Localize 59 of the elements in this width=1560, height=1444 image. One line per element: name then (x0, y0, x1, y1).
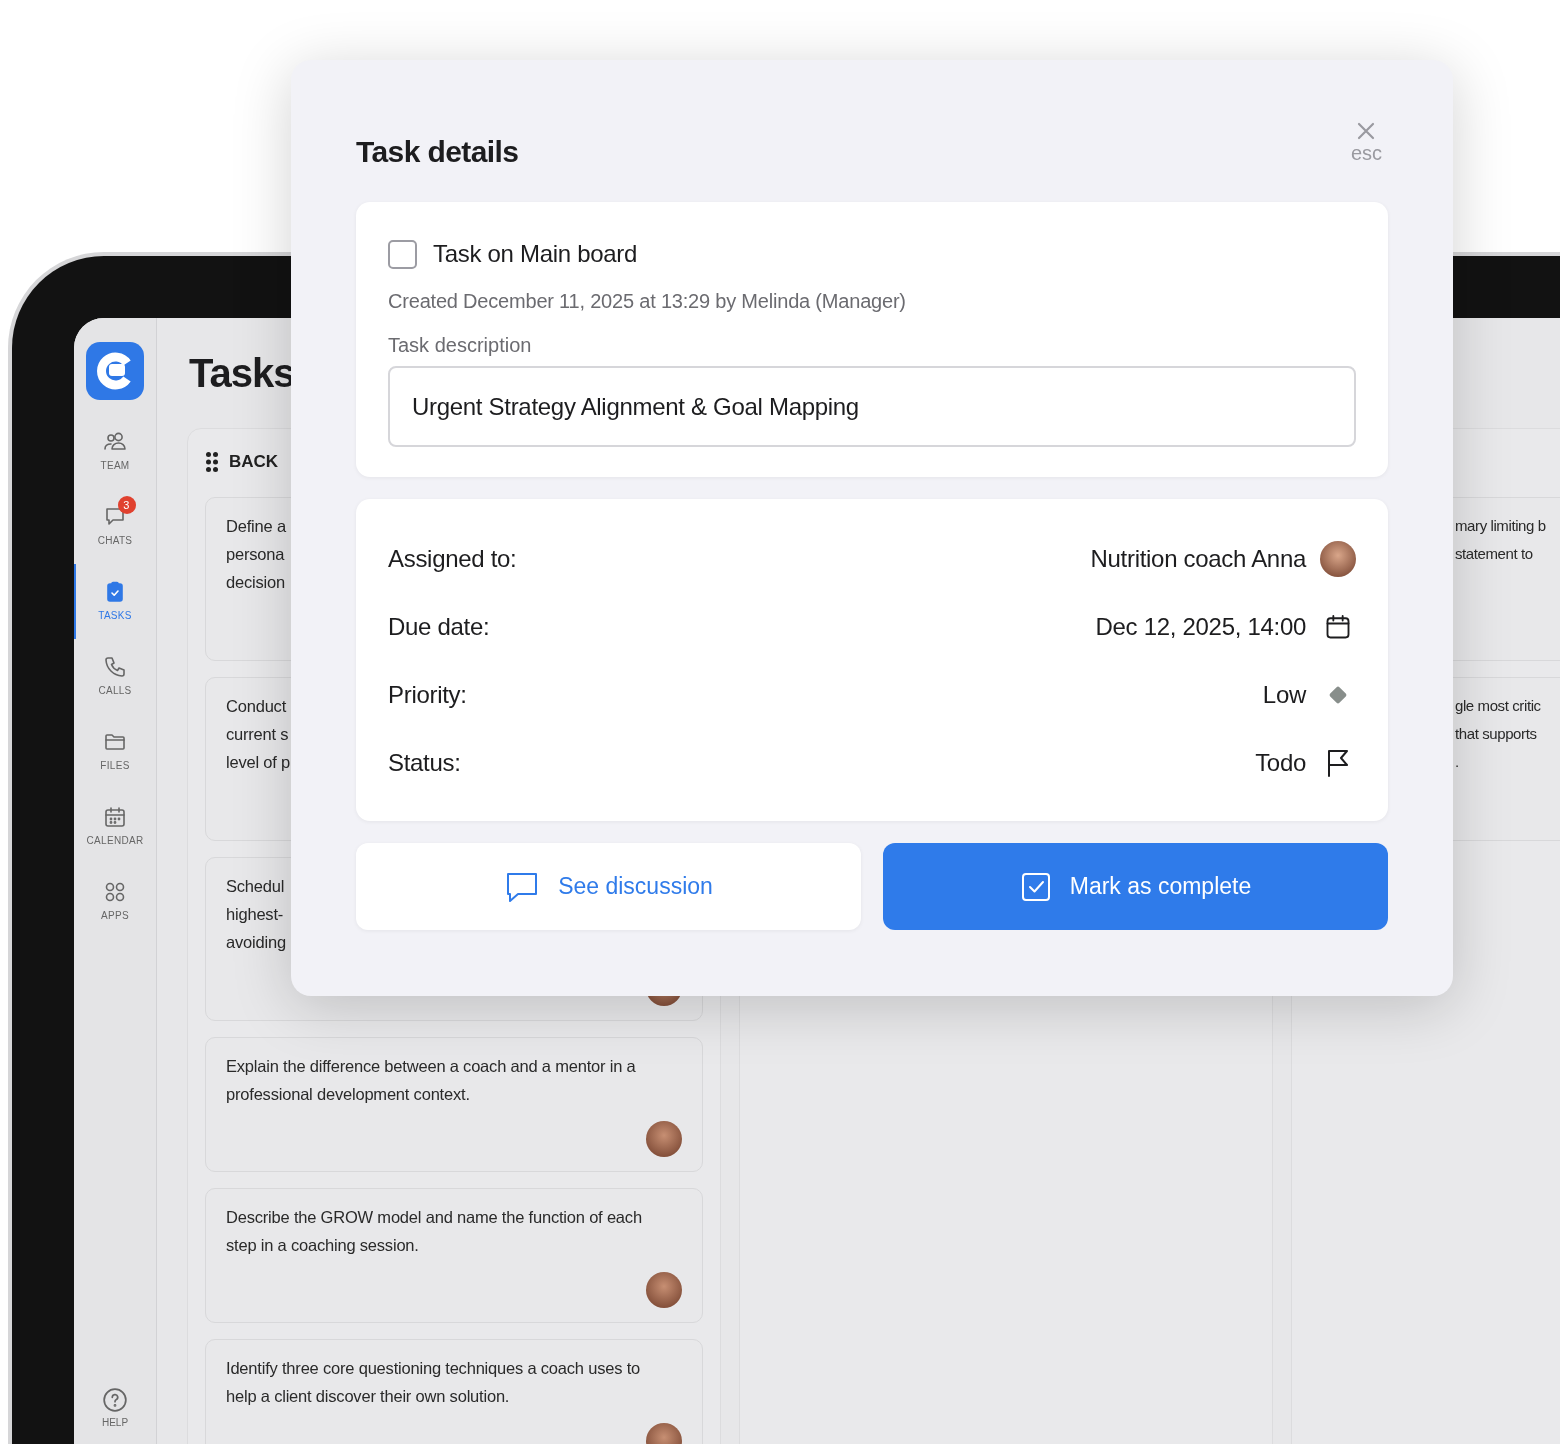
task-text: Define a (226, 516, 286, 537)
complete-button[interactable]: Mark as complete (883, 843, 1388, 930)
task-text: avoiding (226, 932, 286, 953)
avatar (646, 1121, 682, 1157)
task-card[interactable]: Explain the difference between a coach and a mentor in a professional development context. (205, 1037, 703, 1172)
avatar (646, 1272, 682, 1308)
dialog-title: Task details (356, 134, 519, 170)
sidebar-item[interactable]: CALENDAR (74, 789, 157, 864)
task-text: current s (226, 724, 289, 745)
discussion-button[interactable]: See discussion (356, 843, 861, 930)
avatar (1320, 541, 1356, 577)
unread-count-badge: 3 (117, 496, 136, 514)
sidebar-item[interactable]: FILES (74, 714, 157, 789)
task-text: Explain the difference between a coach and a mentor in a professional development context. (226, 1056, 636, 1105)
sidebar-item[interactable]: CHATS 3 (74, 489, 157, 564)
calendar-icon (1324, 613, 1352, 641)
phone-icon (103, 655, 127, 679)
field-label: Due date: (388, 612, 490, 642)
column-title: BACK (229, 451, 279, 474)
calendar-icon (103, 805, 127, 829)
close-button[interactable]: esc (1350, 120, 1382, 164)
description-field[interactable]: Urgent Strategy Alignment & Goal Mapping (388, 366, 1356, 447)
help-icon (102, 1387, 128, 1413)
sidebar-item[interactable]: TASKS (74, 564, 157, 639)
field-label: Priority: (388, 680, 467, 710)
field-label: Task description (388, 333, 533, 358)
task-card[interactable]: Identify three core questioning techniques a coach uses to help a client discover their own solution. (205, 1339, 703, 1444)
created-info: Created December 11, 2025 at 13:29 by Melinda (Manager) (388, 289, 907, 314)
field-label: Status: (388, 748, 461, 778)
field-value: Low (1262, 680, 1306, 710)
apps-grid-icon (103, 880, 127, 904)
page-title: Tasks (189, 350, 295, 397)
field-label: Assigned to: (388, 544, 517, 574)
task-title: Task on Main board (433, 239, 638, 269)
task-text: Identify three core questioning techniques a coach uses to help a client discover their own solution. (226, 1358, 640, 1407)
task-text: persona (226, 544, 285, 565)
task-text: level of p (226, 752, 291, 773)
sidebar-item[interactable]: TEAM (74, 414, 157, 489)
field-value: Todo (1255, 748, 1306, 778)
checkbox-check-icon (1019, 870, 1052, 903)
drag-handle-icon (205, 451, 219, 473)
task-text: mary limiting b (1455, 516, 1546, 536)
task-text: Conduct (226, 696, 287, 717)
task-text: that supports (1455, 724, 1537, 744)
field-value: Dec 12, 2025, 14:00 (1095, 612, 1306, 642)
task-text: . (1455, 752, 1459, 772)
task-text: Describe the GROW model and name the function of each step in a coaching session. (226, 1207, 642, 1256)
sidebar-item[interactable]: APPS (74, 864, 157, 939)
task-card[interactable]: Describe the GROW model and name the function of each step in a coaching session. (205, 1188, 703, 1323)
checkbox[interactable] (388, 239, 417, 269)
task-text: highest- (226, 904, 284, 925)
task-text: statement to (1455, 544, 1533, 564)
help-button[interactable]: HELP (95, 1386, 135, 1444)
task-text: decision (226, 572, 285, 593)
field-value: Nutrition coach Anna (1090, 544, 1306, 574)
app-logo[interactable] (86, 342, 144, 400)
task-text: gle most critic (1455, 696, 1541, 716)
task-text: Schedul (226, 876, 285, 897)
sidebar-item[interactable]: CALLS (74, 639, 157, 714)
